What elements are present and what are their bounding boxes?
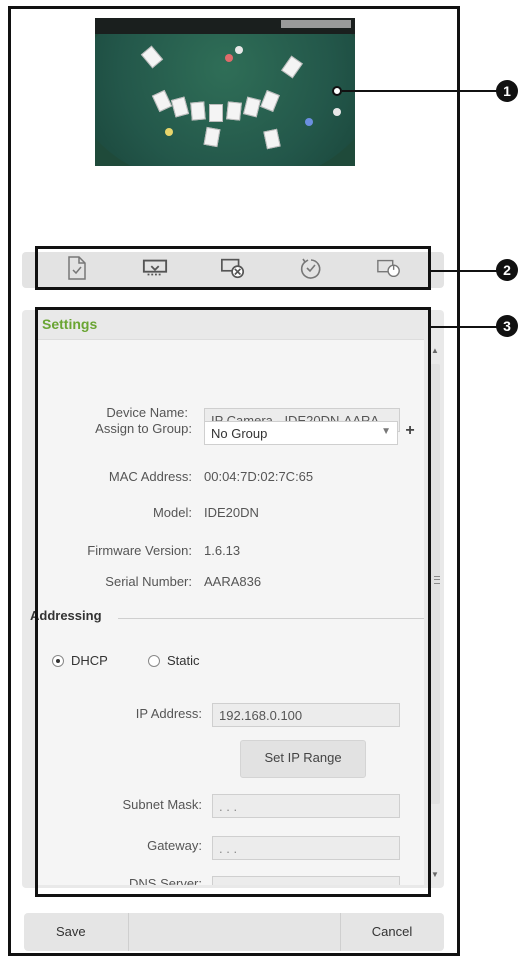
camera-preview [95, 18, 355, 166]
save-button[interactable]: Save [24, 913, 128, 951]
reboot-icon[interactable] [376, 255, 402, 281]
callout-leader [431, 270, 498, 272]
camera-discover-icon[interactable] [142, 255, 168, 281]
chip [235, 46, 243, 54]
scroll-up-icon[interactable]: ▲ [431, 346, 439, 355]
chip [333, 108, 341, 116]
card [226, 101, 242, 121]
blackjack-table-image [95, 18, 355, 166]
callout-leader [431, 326, 498, 328]
callout-pointer [332, 86, 342, 96]
scroll-down-icon[interactable]: ▼ [431, 870, 439, 879]
scroll-thumb[interactable] [430, 364, 440, 804]
settings-panel-highlight [35, 307, 431, 897]
document-check-icon[interactable] [64, 255, 90, 281]
chip [165, 128, 173, 136]
callout-3: 3 [496, 315, 518, 337]
card [190, 101, 206, 121]
divider [128, 913, 129, 951]
camera-remove-icon[interactable] [220, 255, 246, 281]
callout-2: 2 [496, 259, 518, 281]
card [209, 104, 223, 122]
chip [305, 118, 313, 126]
cancel-button[interactable]: Cancel [340, 913, 444, 951]
preview-timestamp-overlay [281, 20, 351, 28]
toolbar [35, 246, 431, 290]
scroll-grip-icon [434, 576, 440, 584]
callout-leader [342, 90, 498, 92]
callout-1: 1 [496, 80, 518, 102]
reset-icon[interactable] [298, 255, 324, 281]
chip [225, 54, 233, 62]
